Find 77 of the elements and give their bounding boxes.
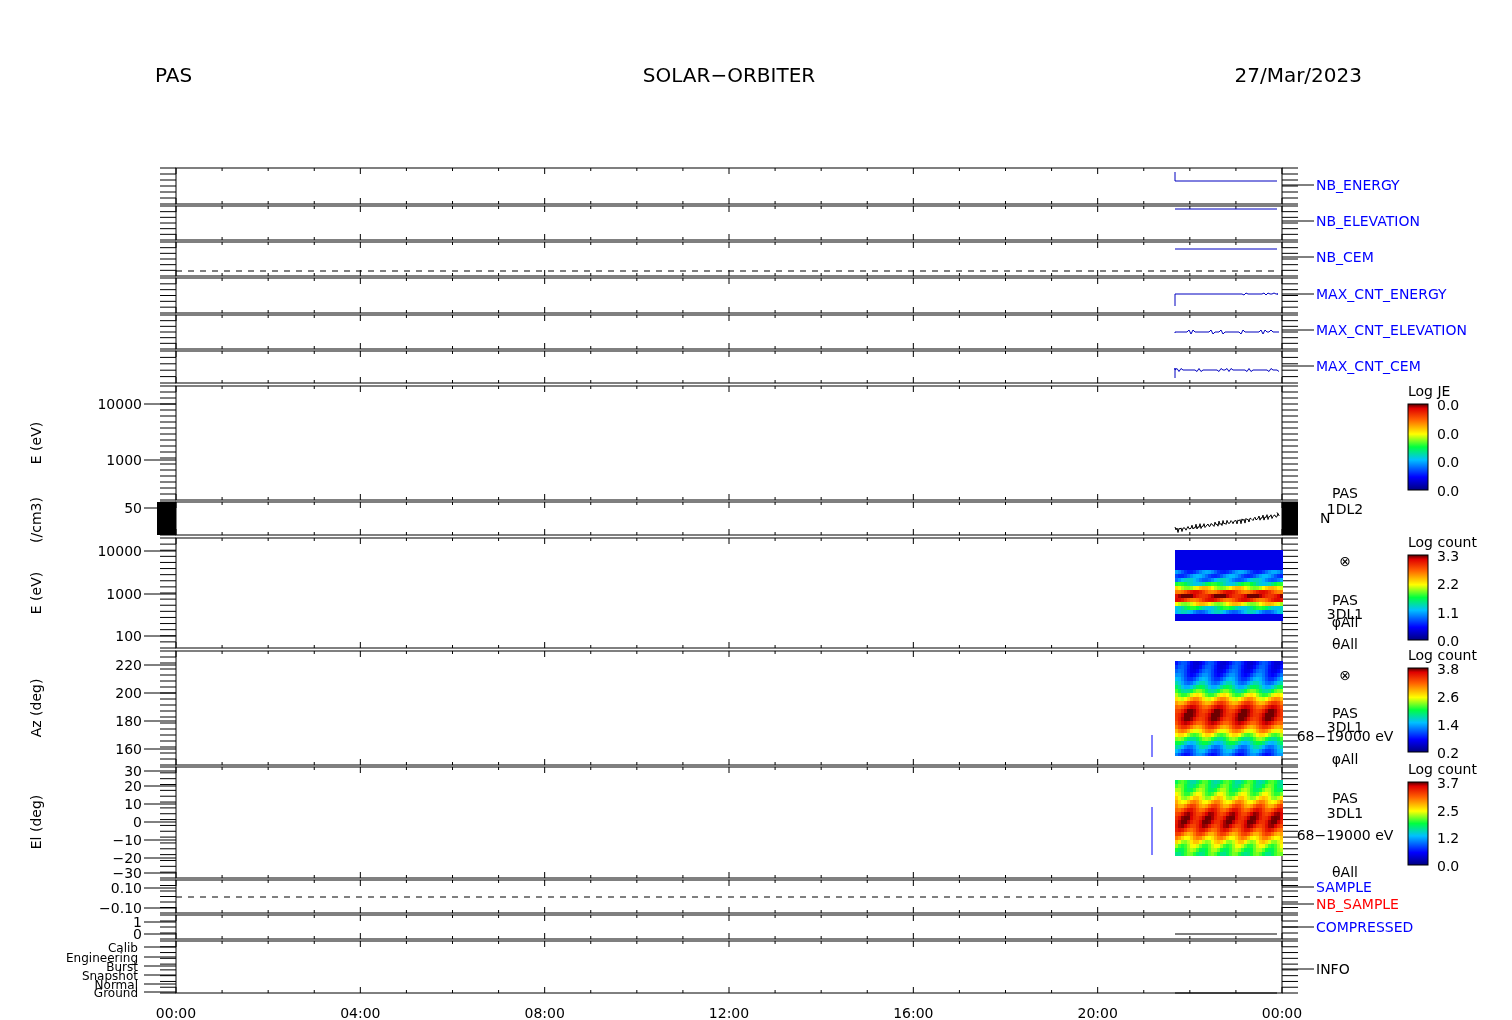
- panel-note: 68−19000 eV: [1296, 827, 1394, 843]
- axis-title: Az (deg): [28, 678, 44, 738]
- colorbar-tick-label: 0.0: [1437, 633, 1460, 649]
- tick-label: 00:00: [155, 1005, 197, 1020]
- tick-label: 220: [115, 657, 142, 673]
- series-label: SAMPLE: [1316, 879, 1372, 895]
- panel-note: PAS: [1332, 485, 1358, 501]
- axis-title: E (eV): [28, 421, 44, 465]
- panel-note: 3DL1: [1326, 805, 1364, 821]
- mission-title: SOLAR−ORBITER: [642, 63, 816, 87]
- tick-label: 10000: [97, 543, 142, 559]
- series-label: INFO: [1316, 961, 1350, 977]
- tick-label: 180: [115, 713, 142, 729]
- colorbar-tick-label: 0.0: [1437, 425, 1460, 442]
- colorbar-tick-label: 2.2: [1437, 576, 1460, 593]
- axis-title: El (deg): [28, 794, 44, 850]
- panel-note: PAS: [1332, 592, 1358, 608]
- axis-block: [1282, 502, 1298, 535]
- tick-label: 50: [124, 500, 142, 516]
- tick-label: 20:00: [1077, 1005, 1118, 1020]
- series-label: NB_SAMPLE: [1316, 896, 1399, 912]
- colorbar-tick-label: 1.1: [1437, 604, 1460, 621]
- date-title: 27/Mar/2023: [1234, 63, 1362, 87]
- tick-label: 100: [115, 628, 142, 644]
- tick-label: 20: [124, 778, 142, 794]
- colorbar-title: Log count: [1408, 647, 1477, 663]
- series-label: MAX_CNT_ENERGY: [1316, 286, 1447, 302]
- panel-note: ⊗: [1339, 667, 1351, 683]
- panel-note: PAS: [1332, 705, 1358, 721]
- colorbar-tick-label: 0.0: [1437, 454, 1460, 471]
- series-label: MAX_CNT_ELEVATION: [1316, 322, 1467, 338]
- tick-label: −20: [112, 850, 142, 866]
- tick-label: −0.10: [99, 900, 142, 916]
- colorbar-tick-label: 0.0: [1437, 483, 1460, 499]
- tick-label: 30: [124, 763, 142, 779]
- tick-label: Ground: [93, 986, 138, 1000]
- colorbar-title: Log count: [1408, 534, 1477, 550]
- panel-note: θAll: [1332, 636, 1358, 652]
- colorbar-tick-label: 0.0: [1437, 397, 1460, 413]
- series-label: MAX_CNT_CEM: [1316, 358, 1421, 374]
- tick-label: 160: [115, 741, 142, 757]
- colorbar-tick-label: 3.7: [1437, 775, 1460, 791]
- colorbar-title: Log JE: [1408, 383, 1451, 399]
- series-label: COMPRESSED: [1316, 919, 1414, 935]
- tick-label: 10000: [97, 396, 142, 412]
- tick-label: 00:00: [1261, 1005, 1303, 1020]
- axis-title: E (eV): [28, 571, 44, 615]
- colorbar-tick-label: 1.4: [1437, 717, 1460, 733]
- tick-label: 0: [133, 814, 142, 830]
- tick-label: 1000: [106, 586, 142, 602]
- colorbar-tick-label: 3.3: [1437, 548, 1460, 564]
- panel-note: ⊗: [1339, 553, 1351, 569]
- series-label: NB_CEM: [1316, 249, 1374, 265]
- tick-label: −10: [112, 832, 142, 848]
- tick-label: 10: [124, 796, 142, 812]
- tick-label: 200: [115, 685, 142, 701]
- series-label: NB_ELEVATION: [1316, 213, 1420, 229]
- tick-label: −30: [112, 865, 142, 881]
- colorbar-title: Log count: [1408, 761, 1477, 777]
- panel-note: φAll: [1331, 751, 1359, 767]
- instrument-title: PAS: [155, 63, 193, 87]
- colorbar-tick-label: 1.2: [1437, 830, 1460, 847]
- tick-label: 16:00: [893, 1005, 934, 1020]
- tick-label: 0.10: [110, 880, 142, 896]
- colorbar-tick-label: 2.6: [1437, 689, 1460, 705]
- colorbar-tick-label: 0.0: [1437, 858, 1460, 874]
- colorbar-tick-label: 2.5: [1437, 802, 1460, 819]
- tick-label: 04:00: [340, 1005, 381, 1020]
- panel-note: PAS: [1332, 790, 1358, 806]
- colorbar-tick-label: 0.2: [1437, 745, 1460, 761]
- tick-label: 08:00: [524, 1005, 565, 1020]
- tick-label: 12:00: [708, 1005, 750, 1020]
- series-label: NB_ENERGY: [1316, 177, 1400, 193]
- tick-label: 1000: [106, 452, 142, 468]
- panel-note: θAll: [1332, 864, 1358, 880]
- axis-title: (/cm3): [28, 497, 44, 543]
- colorbar-tick-label: 3.8: [1437, 661, 1460, 677]
